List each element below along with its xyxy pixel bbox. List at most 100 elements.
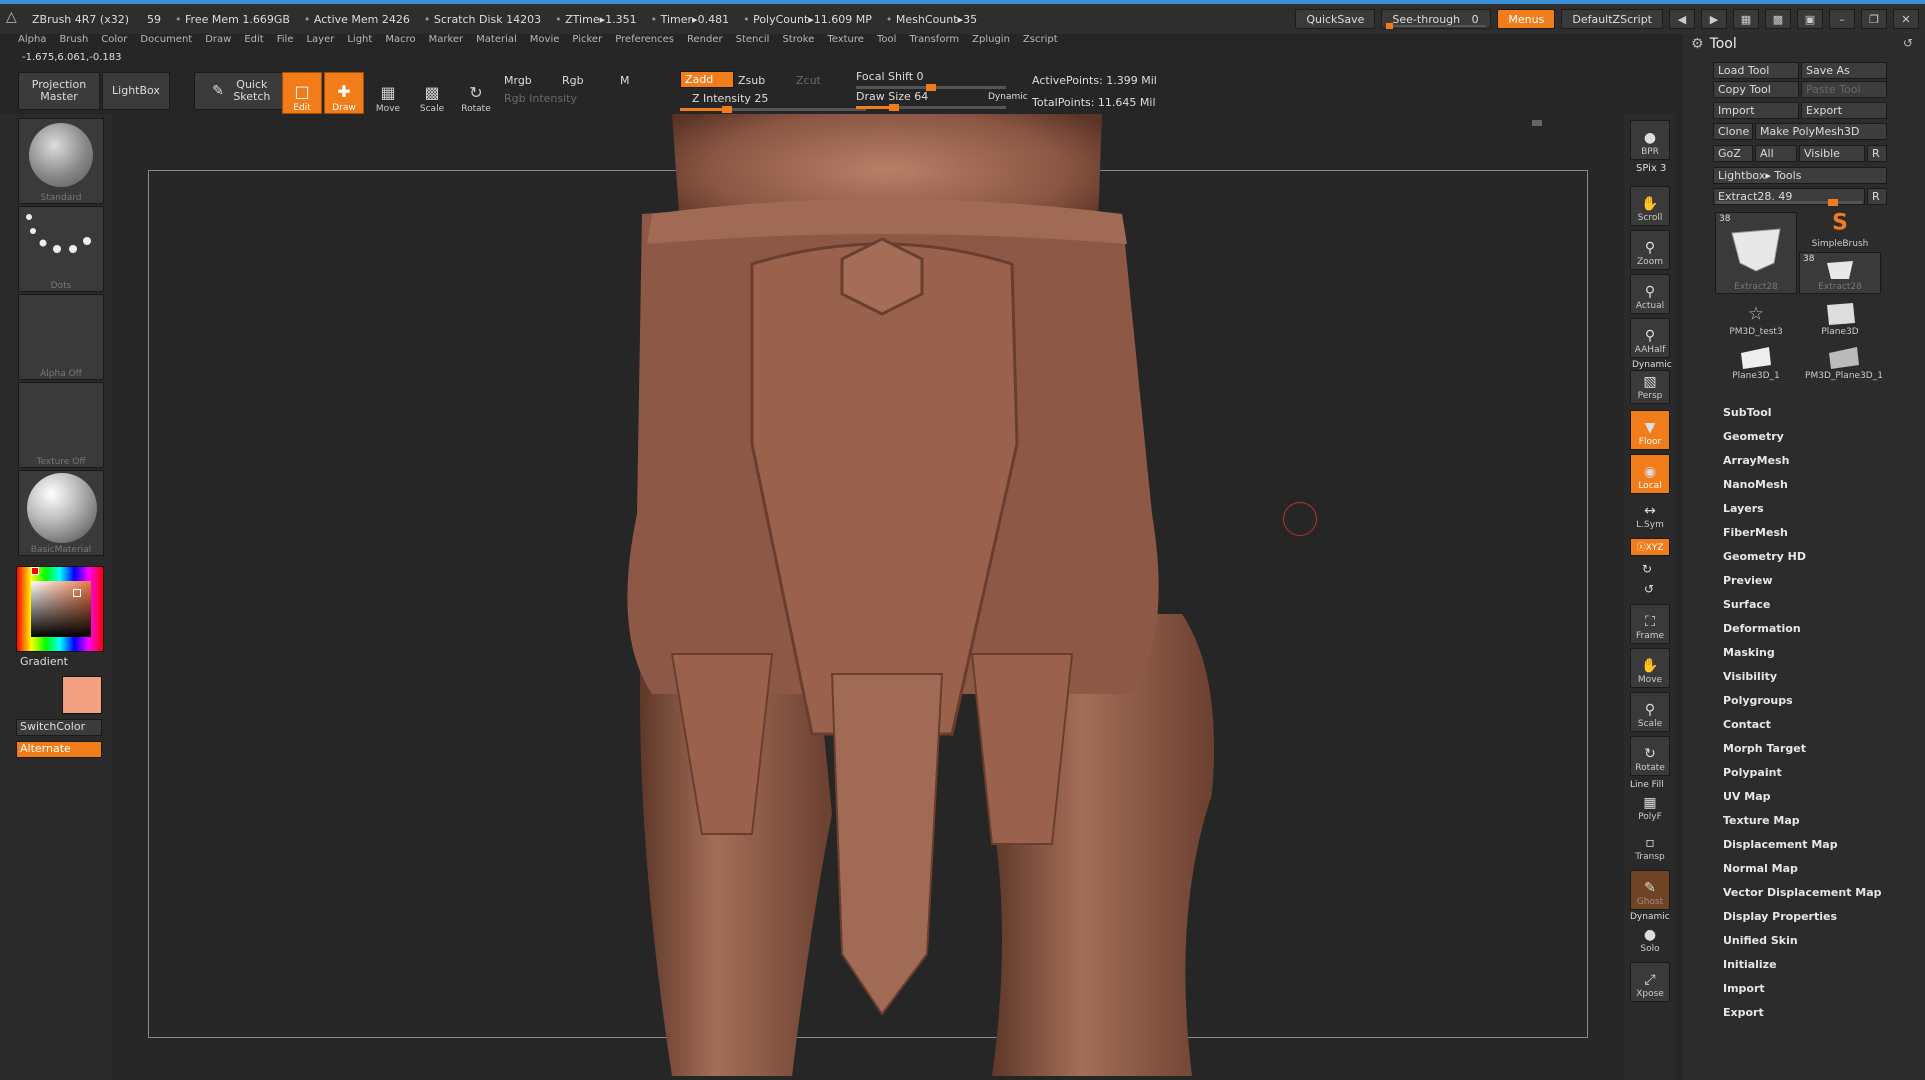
secondary-color-swatch[interactable] [62, 676, 102, 714]
menu-preferences[interactable]: Preferences [615, 34, 674, 50]
rotate-z-icon[interactable]: ↺ [1644, 582, 1654, 596]
subpalette-export[interactable]: Export [1723, 1006, 1764, 1019]
gradient-label[interactable]: Gradient [20, 655, 68, 668]
hue-marker[interactable] [31, 567, 39, 575]
goz-all-button[interactable]: All [1755, 145, 1797, 162]
menu-edit[interactable]: Edit [244, 34, 263, 50]
edit-mode-button[interactable]: □ Edit [282, 72, 322, 114]
menu-zplugin[interactable]: Zplugin [972, 34, 1010, 50]
tool-thumb-simplebrush[interactable]: S SimpleBrush [1799, 211, 1881, 250]
zoom-button[interactable]: ⚲ Zoom [1630, 230, 1670, 270]
layout-next-icon[interactable]: ▶ [1701, 9, 1727, 29]
goz-visible-button[interactable]: Visible [1799, 145, 1865, 162]
zcut-button[interactable]: Zcut [796, 74, 821, 87]
m-button[interactable]: M [620, 74, 630, 87]
menu-transform[interactable]: Transform [909, 34, 959, 50]
subpalette-masking[interactable]: Masking [1723, 646, 1775, 659]
rotate-y-icon[interactable]: ↻ [1642, 562, 1652, 576]
rotate-view-button[interactable]: ↻ Rotate [1630, 736, 1670, 776]
local-button[interactable]: ◉ Local [1630, 454, 1670, 494]
scale-mode-button[interactable]: ▩ Scale [412, 72, 452, 114]
ui-layout2-icon[interactable]: ▩ [1765, 9, 1791, 29]
subpalette-nanomesh[interactable]: NanoMesh [1723, 478, 1788, 491]
switchcolor-button[interactable]: SwitchColor [16, 719, 102, 736]
xpose-button[interactable]: ⤢ Xpose [1630, 962, 1670, 1002]
seethrough-knob[interactable] [1386, 23, 1394, 29]
menu-file[interactable]: File [277, 34, 294, 50]
dynamic-toggle[interactable]: Dynamic [988, 92, 1028, 102]
goz-button[interactable]: GoZ [1713, 145, 1753, 162]
actual-button[interactable]: ⚲ Actual [1630, 274, 1670, 314]
color-marker[interactable] [73, 589, 81, 597]
menu-stencil[interactable]: Stencil [736, 34, 770, 50]
current-tool-r-button[interactable]: R [1867, 188, 1887, 205]
tool-thumb-extract28-small[interactable]: 38 Extract28 [1799, 252, 1881, 294]
quick-sketch-button[interactable]: ✎ Quick Sketch [194, 72, 292, 110]
menus-toggle[interactable]: Menus [1497, 9, 1556, 29]
menu-draw[interactable]: Draw [205, 34, 231, 50]
subpalette-morph-target[interactable]: Morph Target [1723, 742, 1806, 755]
stroke-picker[interactable]: Dots [18, 206, 104, 292]
subpalette-import[interactable]: Import [1723, 982, 1765, 995]
current-tool-knob[interactable] [1827, 199, 1838, 206]
lock-icon[interactable]: ▣ [1797, 9, 1823, 29]
menu-movie[interactable]: Movie [530, 34, 560, 50]
z-intensity-knob[interactable] [721, 106, 732, 113]
frame-button[interactable]: ⛶ Frame [1630, 604, 1670, 644]
subpalette-preview[interactable]: Preview [1723, 574, 1773, 587]
canvas-viewport[interactable] [112, 114, 1624, 1076]
subpalette-polygroups[interactable]: Polygroups [1723, 694, 1793, 707]
focal-shift-slider[interactable] [856, 84, 1006, 91]
transp-button[interactable]: ▫ Transp [1630, 830, 1670, 864]
subpalette-initialize[interactable]: Initialize [1723, 958, 1777, 971]
sculpt-model[interactable] [112, 114, 1624, 1076]
subpalette-uv-map[interactable]: UV Map [1723, 790, 1771, 803]
default-zscript-button[interactable]: DefaultZScript [1561, 9, 1663, 29]
draw-size-knob[interactable] [888, 104, 899, 111]
make-polymesh3d-button[interactable]: Make PolyMesh3D [1755, 123, 1887, 140]
export-tool-button[interactable]: Export [1801, 102, 1887, 119]
ghost-button[interactable]: ✎ Ghost [1630, 870, 1670, 910]
floor-button[interactable]: ▼ Floor [1630, 410, 1670, 450]
tool-thumb-pm3d-test3[interactable]: ☆ PM3D_test3 [1715, 296, 1797, 338]
import-tool-button[interactable]: Import [1713, 102, 1799, 119]
polyf-button[interactable]: ▦ PolyF [1630, 790, 1670, 824]
scale-view-button[interactable]: ⚲ Scale [1630, 692, 1670, 732]
subpalette-surface[interactable]: Surface [1723, 598, 1770, 611]
maximize-icon[interactable]: ❐ [1861, 9, 1887, 29]
tool-thumb-plane3d-1[interactable]: Plane3D_1 [1715, 340, 1797, 382]
menu-marker[interactable]: Marker [429, 34, 464, 50]
alternate-button[interactable]: Alternate [16, 741, 102, 758]
z-intensity-slider[interactable] [680, 106, 866, 113]
color-picker-field[interactable] [31, 581, 91, 637]
bpr-button[interactable]: ● BPR [1630, 120, 1670, 160]
zsub-button[interactable]: Zsub [738, 74, 765, 87]
menu-tool[interactable]: Tool [877, 34, 896, 50]
subpalette-normal-map[interactable]: Normal Map [1723, 862, 1798, 875]
subpalette-layers[interactable]: Layers [1723, 502, 1764, 515]
menu-picker[interactable]: Picker [572, 34, 602, 50]
paste-tool-button[interactable]: Paste Tool [1801, 81, 1887, 98]
rgb-intensity-slider[interactable]: Rgb Intensity [504, 92, 577, 105]
save-as-button[interactable]: Save As [1801, 62, 1887, 79]
menu-stroke[interactable]: Stroke [782, 34, 814, 50]
subpalette-subtool[interactable]: SubTool [1723, 406, 1772, 419]
subpalette-fibermesh[interactable]: FiberMesh [1723, 526, 1788, 539]
reset-icon[interactable]: ↺ [1903, 36, 1913, 50]
clone-button[interactable]: Clone [1713, 123, 1753, 140]
copy-tool-button[interactable]: Copy Tool [1713, 81, 1799, 98]
lsym-button[interactable]: ↔ L.Sym [1630, 498, 1670, 532]
menu-zscript[interactable]: Zscript [1023, 34, 1058, 50]
rgb-button[interactable]: Rgb [562, 74, 584, 87]
subpalette-geometry[interactable]: Geometry [1723, 430, 1784, 443]
menu-texture[interactable]: Texture [827, 34, 864, 50]
current-tool-slider[interactable]: Extract28. 49 [1713, 188, 1865, 206]
lightbox-tools-button[interactable]: Lightbox▸ Tools [1713, 167, 1887, 184]
tool-thumb-extract28[interactable]: 38 Extract28 [1715, 212, 1797, 294]
subpalette-contact[interactable]: Contact [1723, 718, 1771, 731]
seethrough-slider[interactable]: See-through 0 [1381, 9, 1492, 29]
menu-macro[interactable]: Macro [385, 34, 415, 50]
material-picker[interactable]: BasicMaterial [18, 470, 104, 556]
menu-material[interactable]: Material [476, 34, 517, 50]
color-picker[interactable] [16, 566, 104, 652]
